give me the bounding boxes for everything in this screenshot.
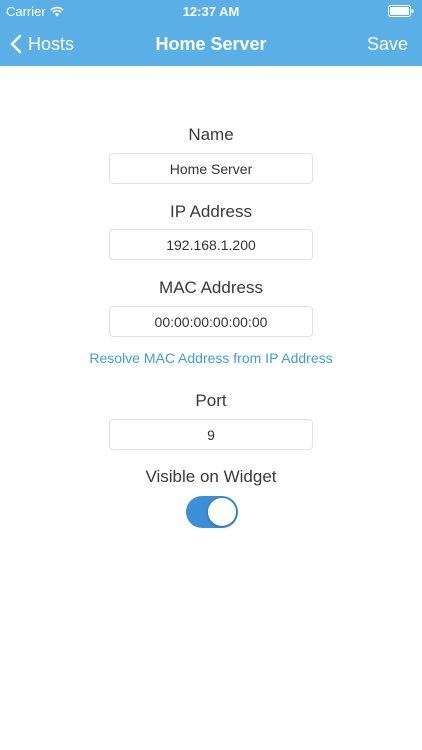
battery-icon: [388, 5, 414, 17]
top-bar: Carrier 12:37 AM Hosts Home Server Save: [0, 0, 422, 66]
toggle-knob: [208, 498, 236, 526]
status-time: 12:37 AM: [182, 4, 240, 19]
back-button-label: Hosts: [28, 33, 75, 54]
name-label: Name: [188, 125, 234, 144]
visible-on-widget-toggle[interactable]: [186, 496, 238, 528]
mac-address-field[interactable]: [109, 306, 313, 337]
name-field[interactable]: [109, 153, 313, 184]
save-button[interactable]: Save: [367, 22, 408, 66]
navigation-bar: Hosts Home Server Save: [0, 22, 422, 66]
chevron-left-icon: [10, 34, 22, 54]
back-button[interactable]: Hosts: [10, 22, 74, 66]
edit-host-screen: Carrier 12:37 AM Hosts Home Server Save …: [0, 0, 422, 750]
resolve-mac-link[interactable]: Resolve MAC Address from IP Address: [0, 350, 422, 366]
port-field[interactable]: [109, 419, 313, 450]
ip-address-label: IP Address: [170, 202, 252, 221]
mac-address-label: MAC Address: [159, 278, 263, 297]
ip-address-field[interactable]: [109, 229, 313, 260]
status-bar: Carrier 12:37 AM: [0, 0, 422, 22]
port-label: Port: [195, 391, 227, 410]
visible-on-widget-label: Visible on Widget: [145, 467, 277, 486]
